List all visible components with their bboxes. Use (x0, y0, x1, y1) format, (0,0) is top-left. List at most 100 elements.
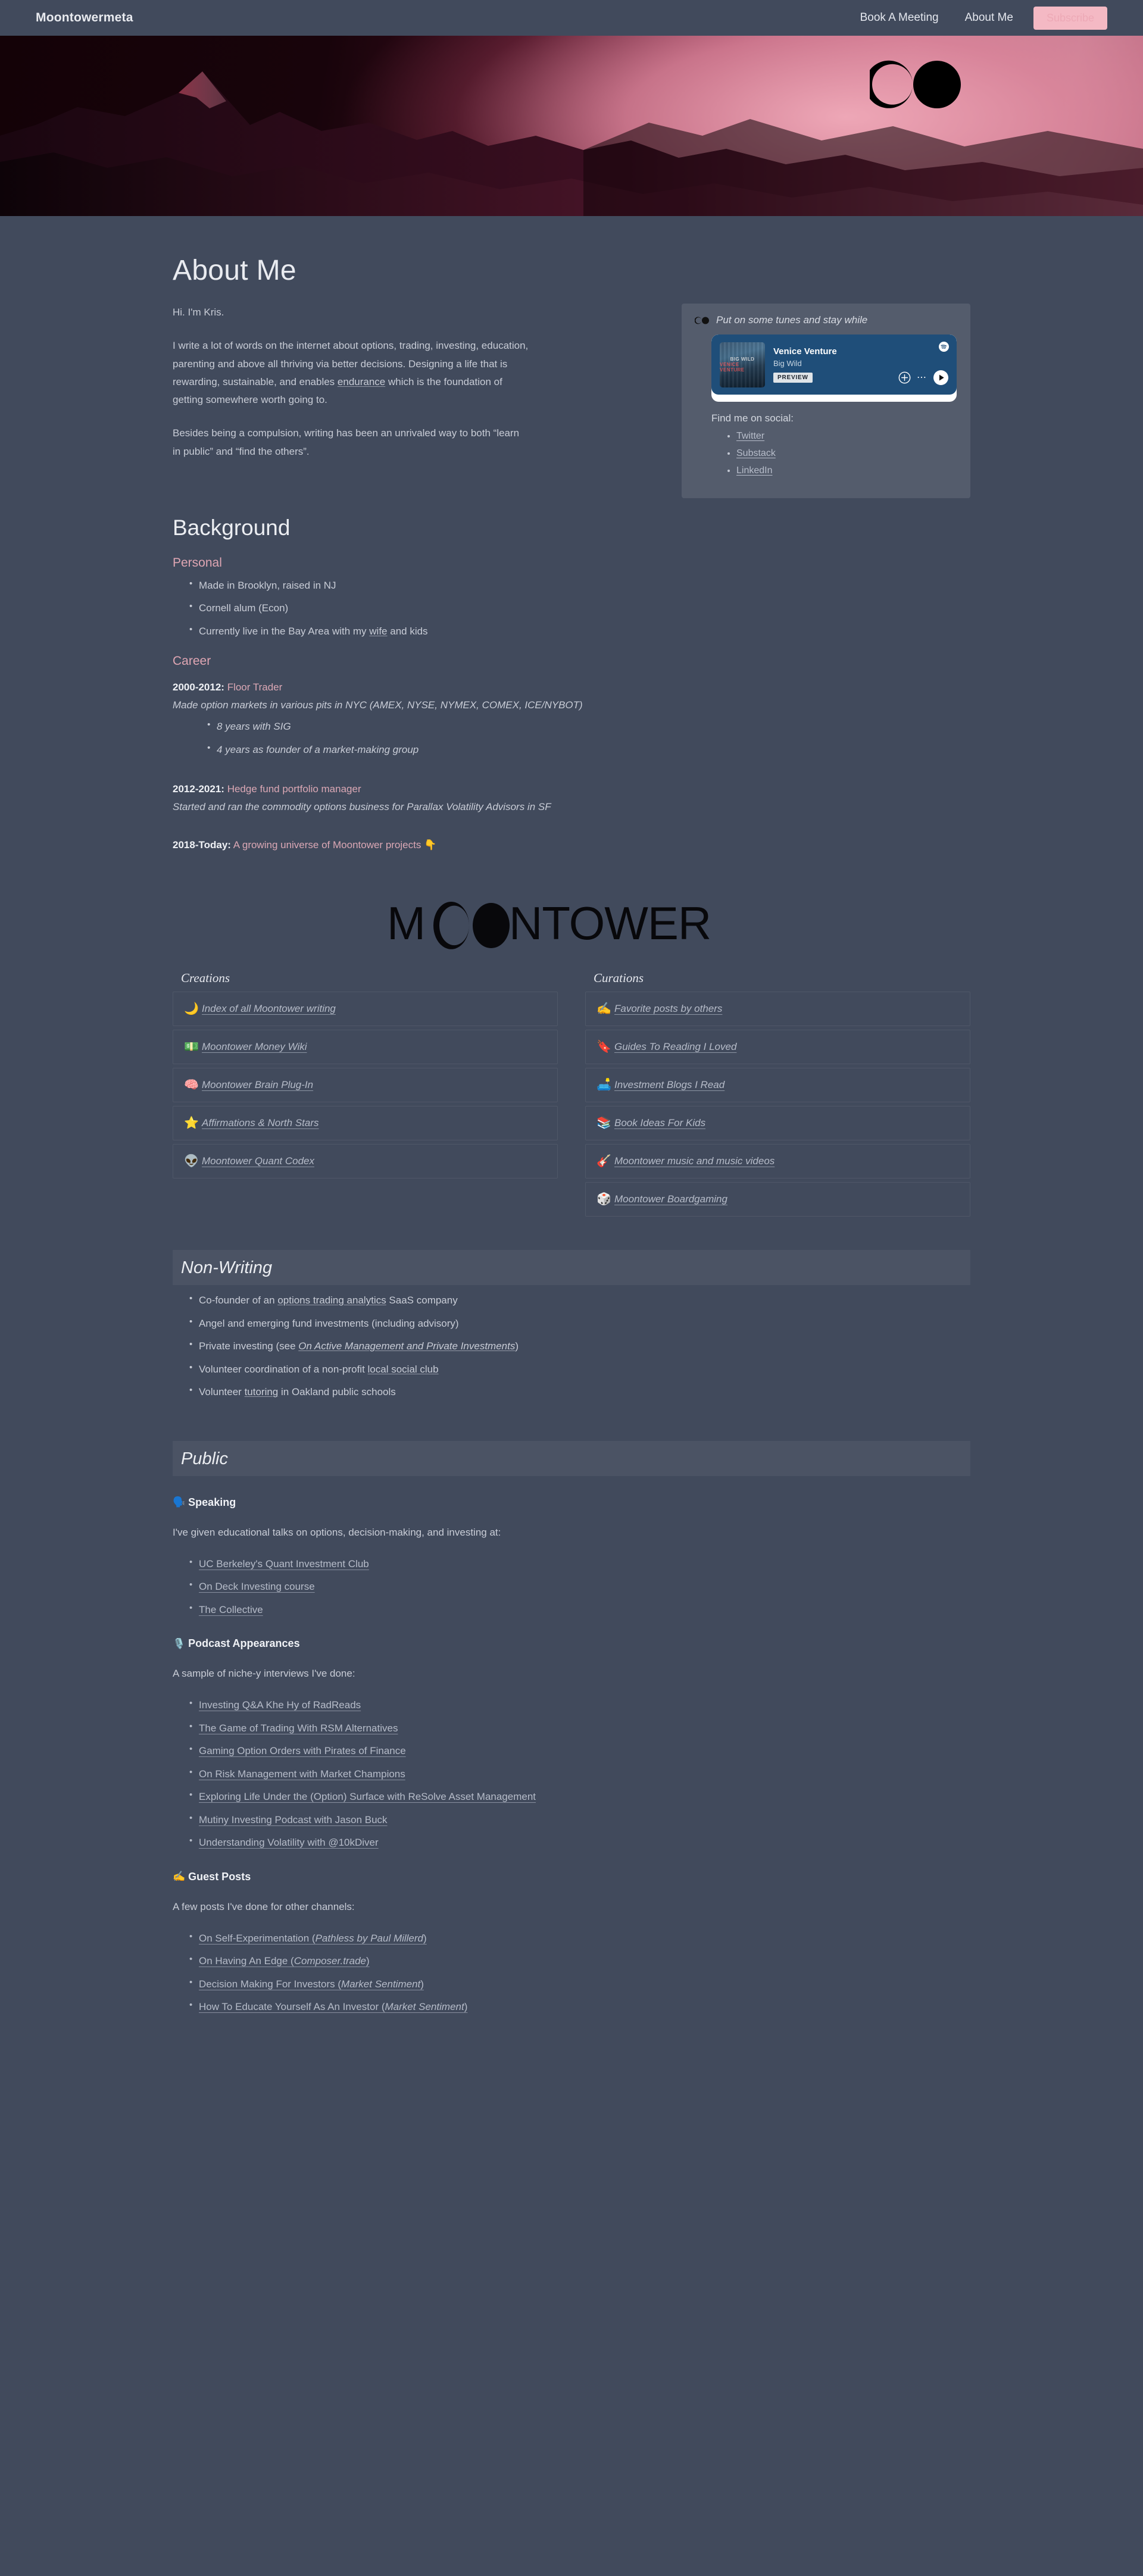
guest-post-link-0[interactable]: On Self-Experimentation (Pathless by Pau… (199, 1933, 427, 1944)
add-to-library-icon[interactable] (898, 371, 911, 384)
creations-label-3[interactable]: Affirmations & North Stars (202, 1117, 319, 1129)
couch-lamp-icon: 🛋️ (597, 1078, 611, 1092)
spotify-logo-icon[interactable] (939, 342, 949, 352)
curations-row-0[interactable]: ✍️ Favorite posts by others (585, 992, 970, 1027)
social-label: Find me on social: (711, 412, 794, 424)
creations-row-4[interactable]: 👽 Moontower Quant Codex (173, 1144, 558, 1179)
game-die-icon: 🎲 (597, 1193, 611, 1206)
nonwriting-heading: Non-Writing (181, 1258, 273, 1278)
nav-link-book-a-meeting[interactable]: Book A Meeting (847, 11, 952, 24)
social-link-linkedin[interactable]: LinkedIn (736, 465, 773, 476)
speaking-link-0[interactable]: UC Berkeley's Quant Investment Club (199, 1558, 369, 1570)
intro-section: Hi. I'm Kris. I write a lot of words on … (173, 304, 970, 498)
podcast-list: Investing Q&A Khe Hy of RadReads The Gam… (173, 1697, 970, 1850)
creations-label-0[interactable]: Index of all Moontower writing (202, 1003, 336, 1015)
page-title: About Me (173, 255, 296, 286)
guest-post-source: Market Sentiment (341, 1978, 421, 1990)
nonwriting-text-a: Co-founder of an (199, 1295, 278, 1306)
creations-curations-columns: Creations 🌙 Index of all Moontower writin… (173, 965, 970, 1217)
podcast-link-0[interactable]: Investing Q&A Khe Hy of RadReads (199, 1699, 361, 1711)
podcast-link-3[interactable]: On Risk Management with Market Champions (199, 1768, 405, 1780)
creations-label-2[interactable]: Moontower Brain Plug-In (202, 1079, 313, 1091)
spotify-embed[interactable]: BIG WILD VENICE VENTURE Venice Venture B… (711, 334, 957, 402)
creations-row-0[interactable]: 🌙 Index of all Moontower writing (173, 992, 558, 1027)
guest-post-link-2[interactable]: Decision Making For Investors (Market Se… (199, 1978, 424, 1990)
role-bullet-text: 8 years with SIG (217, 721, 291, 733)
curations-row-5[interactable]: 🎲 Moontower Boardgaming (585, 1182, 970, 1217)
nonwriting-text-b: SaaS company (386, 1295, 458, 1306)
guest-post-link-1[interactable]: On Having An Edge (Composer.trade) (199, 1955, 370, 1967)
active-management-link[interactable]: On Active Management and Private Investm… (298, 1340, 515, 1352)
creations-row-1[interactable]: 💵 Moontower Money Wiki (173, 1030, 558, 1065)
moontower-mini-logo-icon (695, 316, 709, 324)
curations-label-0[interactable]: Favorite posts by others (614, 1003, 722, 1015)
tutoring-link[interactable]: tutoring (245, 1386, 279, 1398)
creations-label-4[interactable]: Moontower Quant Codex (202, 1155, 314, 1167)
role-title: A growing universe of Moontower projects… (230, 839, 437, 851)
curations-label-4[interactable]: Moontower music and music videos (614, 1155, 775, 1167)
curations-row-2[interactable]: 🛋️ Investment Blogs I Read (585, 1068, 970, 1103)
list-item: The Collective (189, 1602, 970, 1618)
role-title: Floor Trader (224, 681, 283, 693)
curations-label-1[interactable]: Guides To Reading I Loved (614, 1041, 736, 1053)
social-link-substack[interactable]: Substack (736, 448, 776, 458)
personal-subheading: Personal (173, 555, 222, 570)
list-item: Made in Brooklyn, raised in NJ (189, 577, 970, 593)
guest-post-source: Composer.trade (293, 1955, 366, 1967)
subscribe-button[interactable]: Subscribe (1033, 6, 1107, 30)
podcast-link-5[interactable]: Mutiny Investing Podcast with Jason Buck (199, 1814, 388, 1825)
greeting-paragraph: Hi. I'm Kris. (173, 307, 224, 318)
speaking-link-1[interactable]: On Deck Investing course (199, 1581, 315, 1592)
more-options-icon[interactable]: ⋯ (917, 373, 927, 383)
podcast-link-4[interactable]: Exploring Life Under the (Option) Surfac… (199, 1791, 536, 1802)
crescent-moon-icon: 🌙 (184, 1002, 199, 1016)
curations-row-4[interactable]: 🎸 Moontower music and music videos (585, 1144, 970, 1179)
play-button-icon[interactable] (933, 370, 948, 385)
track-title: Venice Venture (773, 346, 837, 357)
star-icon: ⭐ (184, 1117, 199, 1130)
tunes-heading: Put on some tunes and stay while (716, 314, 868, 326)
books-icon: 📚 (597, 1117, 611, 1130)
guest-post-link-3[interactable]: How To Educate Yourself As An Investor (… (199, 2001, 467, 2012)
social-links-list: Twitter Substack LinkedIn (724, 430, 958, 477)
creations-row-3[interactable]: ⭐ Affirmations & North Stars (173, 1106, 558, 1141)
personal-item-text: Made in Brooklyn, raised in NJ (199, 579, 336, 591)
podcast-link-1[interactable]: The Game of Trading With RSM Alternative… (199, 1722, 398, 1734)
list-item: Gaming Option Orders with Pirates of Fin… (189, 1743, 970, 1759)
guest-posts-list: On Self-Experimentation (Pathless by Pau… (173, 1930, 970, 2015)
curations-row-3[interactable]: 📚 Book Ideas For Kids (585, 1106, 970, 1141)
options-trading-analytics-link[interactable]: options trading analytics (277, 1295, 386, 1306)
local-social-club-link[interactable]: local social club (368, 1364, 439, 1375)
list-item: Volunteer tutoring in Oakland public sch… (189, 1384, 970, 1400)
nonwriting-text-a: Angel and emerging fund investments (inc… (199, 1317, 459, 1329)
social-link-twitter[interactable]: Twitter (736, 431, 764, 441)
curations-row-1[interactable]: 🔖 Guides To Reading I Loved (585, 1030, 970, 1065)
track-metadata: Venice Venture Big Wild PREVIEW (773, 346, 894, 383)
creations-row-2[interactable]: 🧠 Moontower Brain Plug-In (173, 1068, 558, 1103)
public-heading: Public (181, 1449, 228, 1468)
curations-label-3[interactable]: Book Ideas For Kids (614, 1117, 705, 1129)
album-artwork: BIG WILD VENICE VENTURE (720, 342, 765, 387)
svg-text:NTOWER: NTOWER (509, 900, 711, 949)
nav-link-about-me[interactable]: About Me (952, 11, 1026, 24)
site-brand[interactable]: Moontowermeta (36, 11, 133, 25)
creations-label-1[interactable]: Moontower Money Wiki (202, 1041, 307, 1053)
wife-link[interactable]: wife (369, 626, 387, 637)
guitar-icon: 🎸 (597, 1155, 611, 1168)
list-item: 4 years as founder of a market-making gr… (207, 742, 970, 758)
nonwriting-text-a: Private investing (see (199, 1340, 299, 1352)
podcast-link-2[interactable]: Gaming Option Orders with Pirates of Fin… (199, 1745, 406, 1756)
guest-posts-heading-row: ✍️ Guest Posts (173, 1871, 970, 1883)
list-item: On Risk Management with Market Champions (189, 1766, 970, 1782)
spotify-player[interactable]: BIG WILD VENICE VENTURE Venice Venture B… (711, 334, 957, 395)
brain-icon: 🧠 (184, 1078, 199, 1092)
curations-label-5[interactable]: Moontower Boardgaming (614, 1193, 727, 1205)
curations-label-2[interactable]: Investment Blogs I Read (614, 1079, 724, 1091)
background-heading: Background (173, 515, 291, 540)
endurance-link[interactable]: endurance (338, 376, 385, 387)
podcast-link-6[interactable]: Understanding Volatility with @10kDiver (199, 1837, 379, 1848)
list-item: The Game of Trading With RSM Alternative… (189, 1720, 970, 1736)
personal-item-text-b: and kids (387, 625, 428, 637)
speaking-link-2[interactable]: The Collective (199, 1604, 263, 1615)
album-art-line-1: BIG WILD (730, 356, 755, 362)
